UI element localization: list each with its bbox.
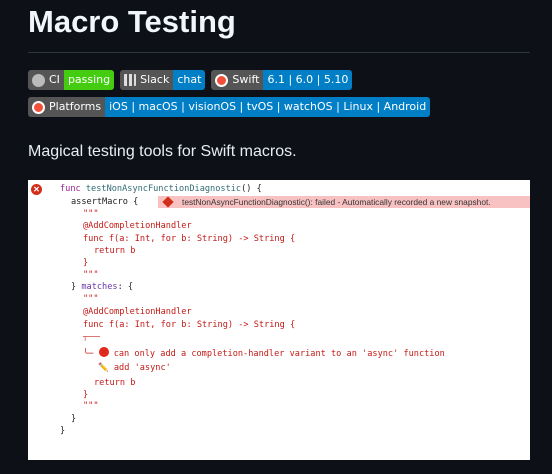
error-dot-icon bbox=[98, 347, 109, 357]
github-icon bbox=[32, 73, 45, 87]
code-line: func f(a: Int, for b: String) -> String … bbox=[83, 320, 296, 330]
code-token: () { bbox=[241, 184, 262, 194]
code-token: ╰─ bbox=[83, 349, 99, 359]
pencil-icon: ✏️ bbox=[98, 363, 109, 373]
badge-value: 6.1 | 6.0 | 5.10 bbox=[263, 70, 353, 90]
page-title: Macro Testing bbox=[28, 4, 236, 39]
code-line: func f(a: Int, for b: String) -> String … bbox=[83, 234, 296, 244]
badge-label: Swift bbox=[232, 73, 260, 86]
code-line: return b bbox=[94, 246, 136, 256]
code-line: ┬─── bbox=[83, 333, 100, 341]
description: Magical testing tools for Swift macros. bbox=[28, 143, 297, 160]
badge-value: iOS | macOS | visionOS | tvOS | watchOS … bbox=[105, 97, 431, 117]
platforms-badge[interactable]: Platforms iOS | macOS | visionOS | tvOS |… bbox=[28, 97, 431, 117]
code-line: """ bbox=[83, 401, 99, 411]
error-diamond-icon bbox=[162, 196, 174, 208]
slack-icon bbox=[124, 74, 137, 86]
code-line: @AddCompletionHandler bbox=[83, 221, 192, 231]
swift-icon bbox=[32, 100, 45, 114]
ci-badge[interactable]: CI passing bbox=[28, 70, 115, 90]
badge-label: Slack bbox=[140, 73, 170, 86]
badges-row-1: CI passing Slack chat Swift 6.1 | 6.0 | 5.1… bbox=[28, 70, 353, 90]
code-screenshot: ✕ testNonAsyncFunctionDiagnostic(): fail… bbox=[28, 180, 530, 460]
code-line: } bbox=[83, 390, 89, 400]
code-token: } bbox=[71, 282, 82, 292]
code-token: testNonAsyncFunctionDiagnostic bbox=[85, 184, 242, 194]
code-token: : { bbox=[117, 282, 134, 292]
code-line: return b bbox=[94, 378, 136, 388]
slack-badge[interactable]: Slack chat bbox=[120, 70, 206, 90]
badge-label: CI bbox=[49, 73, 60, 86]
code-line: """ bbox=[83, 294, 99, 304]
code-line: @AddCompletionHandler bbox=[83, 307, 192, 317]
swift-badge[interactable]: Swift 6.1 | 6.0 | 5.10 bbox=[211, 70, 353, 90]
swift-icon bbox=[215, 73, 229, 87]
code-block: func testNonAsyncFunctionDiagnostic() { … bbox=[28, 180, 445, 436]
code-line: """ bbox=[83, 209, 99, 219]
banner-text: testNonAsyncFunctionDiagnostic(): failed… bbox=[182, 197, 491, 207]
code-line: } bbox=[71, 414, 77, 424]
badge-label: Platforms bbox=[49, 100, 102, 113]
badge-value: chat bbox=[173, 70, 206, 90]
code-token: add 'async' bbox=[108, 363, 171, 373]
code-line: } bbox=[83, 258, 89, 268]
code-token: func bbox=[60, 184, 86, 194]
divider bbox=[28, 52, 530, 53]
code-line: """ bbox=[83, 270, 99, 280]
code-line: assertMacro { bbox=[71, 197, 139, 207]
code-token: can only add a completion-handler varian… bbox=[108, 349, 445, 359]
failure-banner: testNonAsyncFunctionDiagnostic(): failed… bbox=[158, 196, 530, 208]
badge-value: passing bbox=[63, 70, 115, 90]
badges-row-2: Platforms iOS | macOS | visionOS | tvOS |… bbox=[28, 97, 431, 117]
code-line: } bbox=[60, 426, 66, 436]
code-token: matches bbox=[81, 282, 118, 292]
